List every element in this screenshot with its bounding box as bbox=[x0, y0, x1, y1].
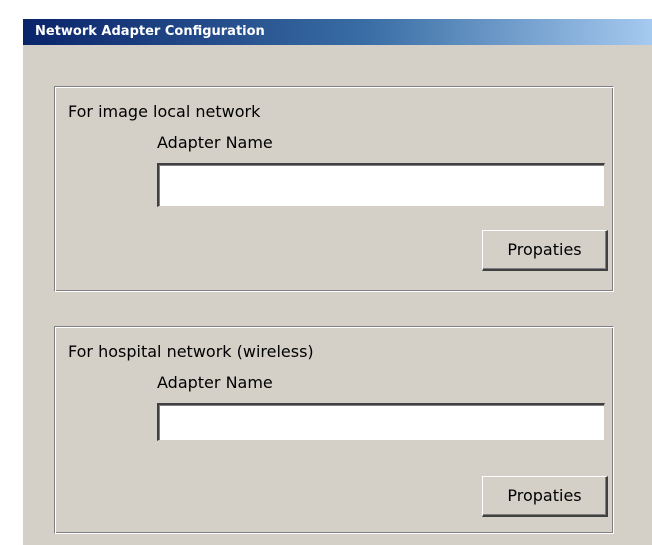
image-local-properties-button[interactable]: Propaties bbox=[482, 230, 608, 271]
network-adapter-configuration-window: Network Adapter Configuration For image … bbox=[22, 18, 652, 545]
group-title-image-local-network: For image local network bbox=[68, 102, 261, 121]
adapter-name-label: Adapter Name bbox=[157, 133, 273, 152]
hospital-network-group: For hospital network (wireless) Adapter … bbox=[54, 326, 614, 534]
adapter-name-label: Adapter Name bbox=[157, 373, 273, 392]
window-title: Network Adapter Configuration bbox=[35, 24, 265, 39]
group-title-hospital-network: For hospital network (wireless) bbox=[68, 342, 314, 361]
hospital-properties-button[interactable]: Propaties bbox=[482, 476, 608, 517]
title-bar[interactable]: Network Adapter Configuration bbox=[23, 19, 652, 45]
hospital-adapter-name-input[interactable] bbox=[157, 403, 605, 441]
image-local-adapter-name-input[interactable] bbox=[157, 163, 605, 207]
image-local-network-group: For image local network Adapter Name Pro… bbox=[54, 86, 614, 292]
